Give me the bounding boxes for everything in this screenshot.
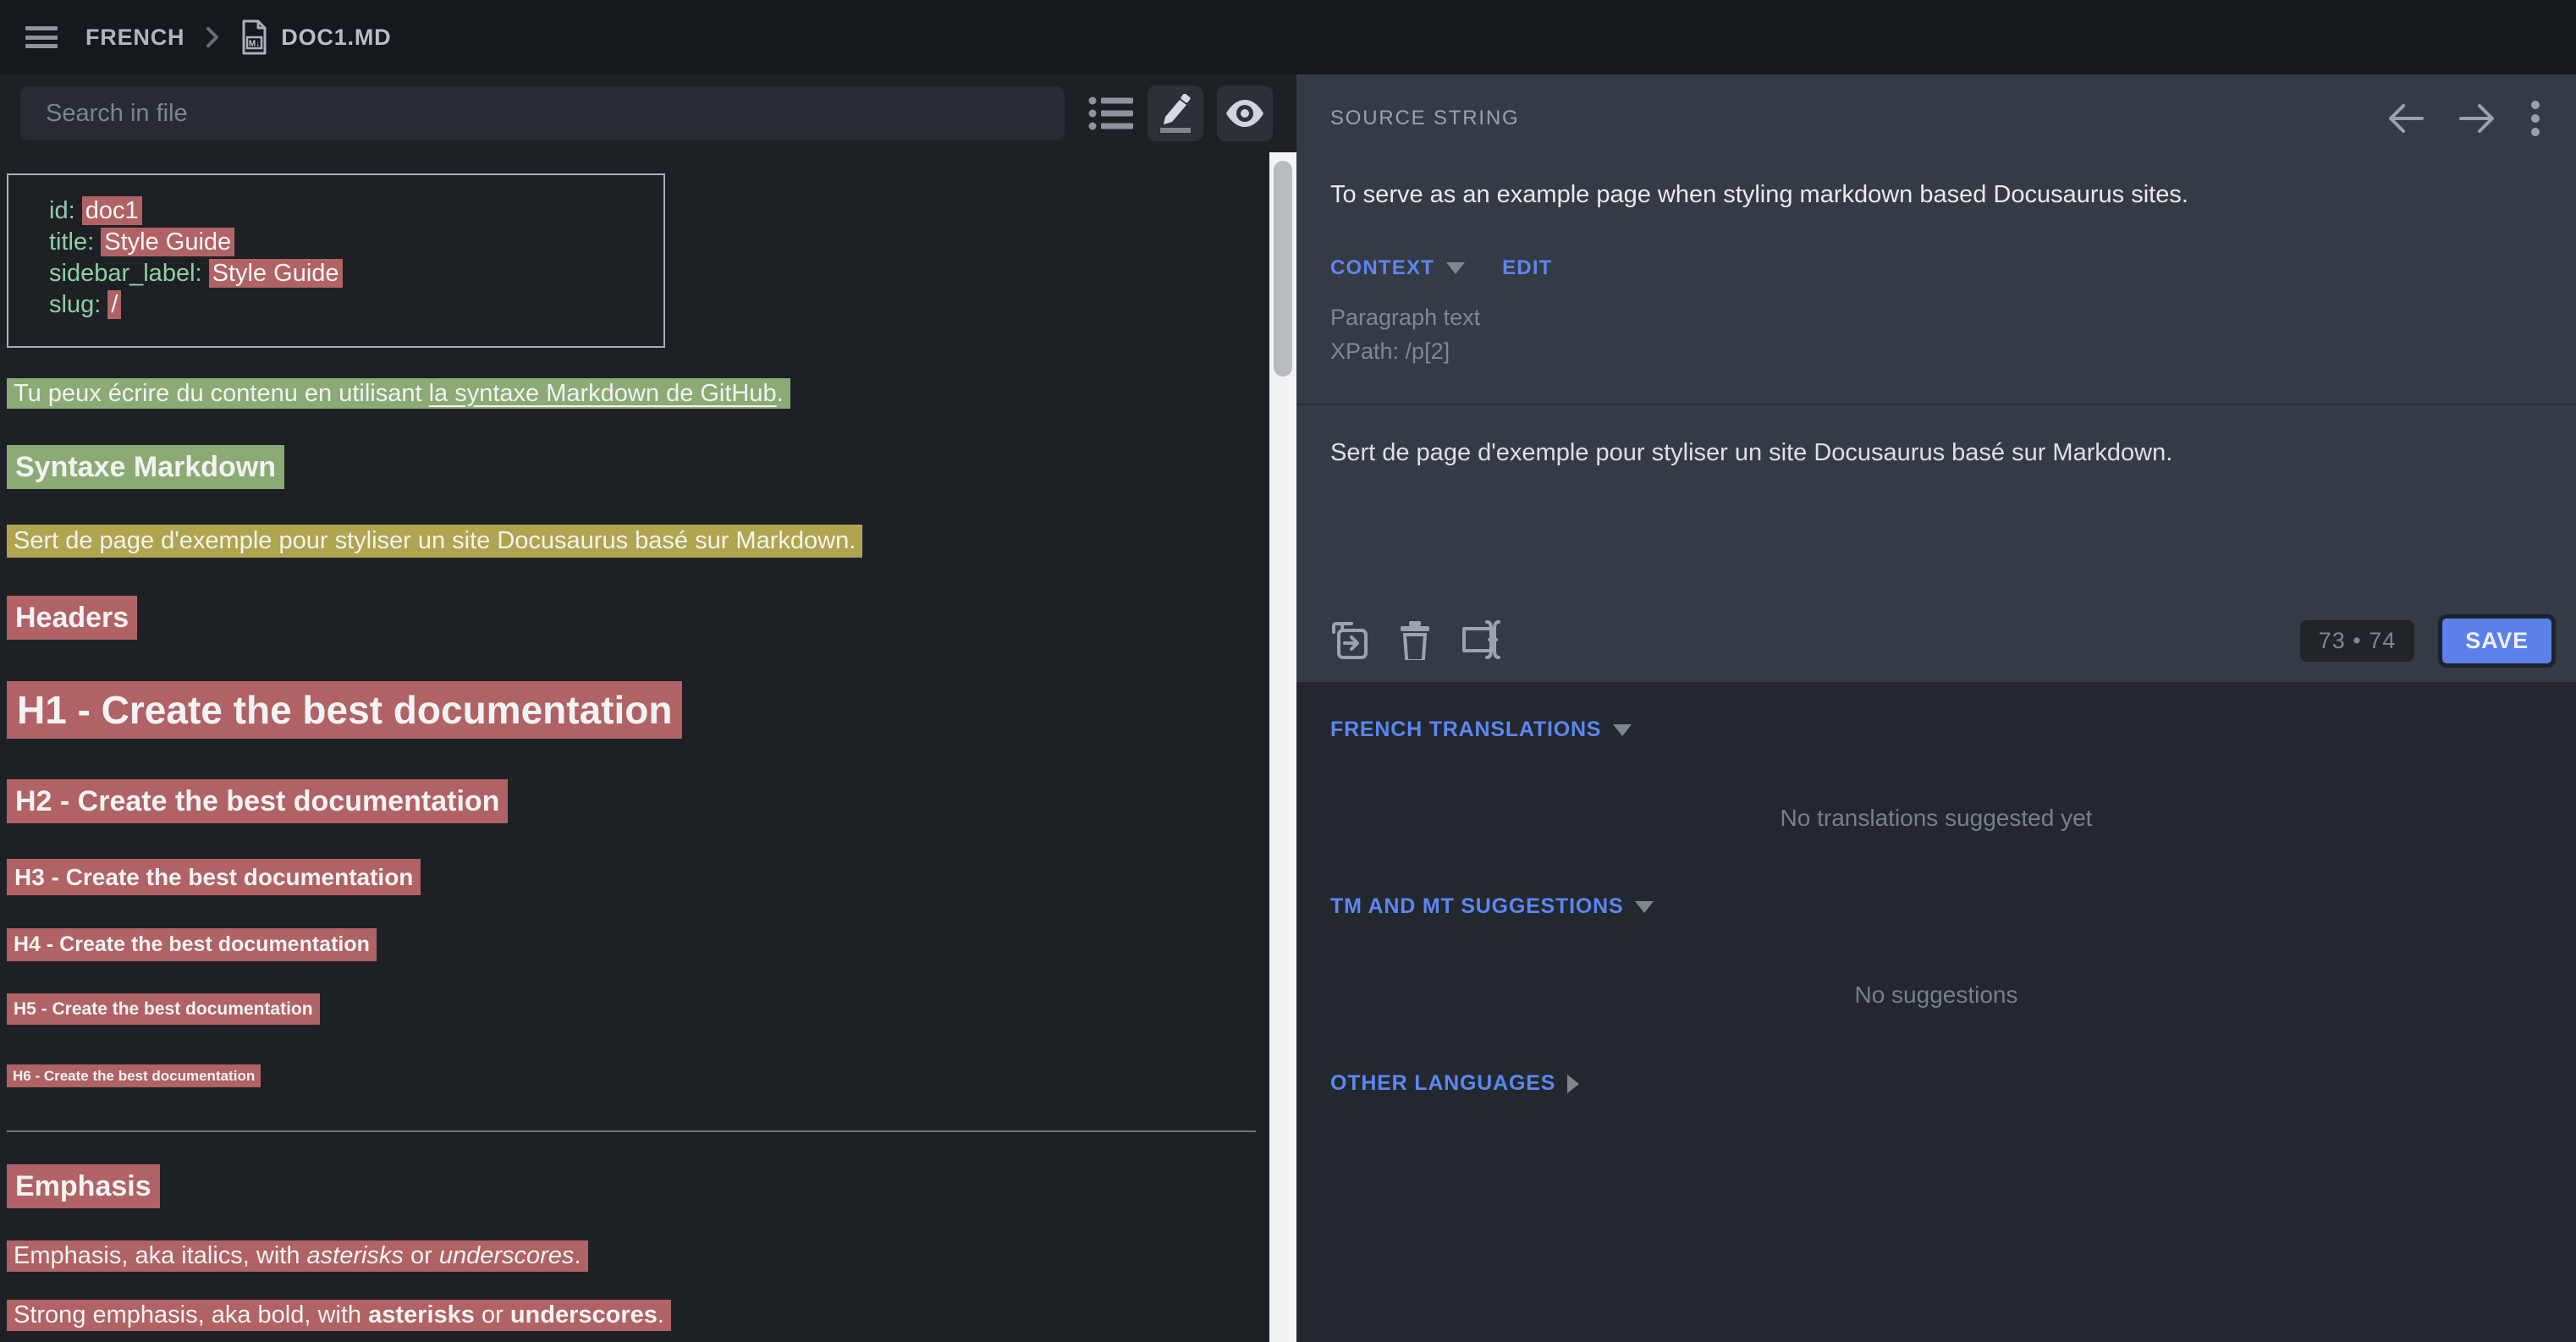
doc-string-h2-headers[interactable]: Headers	[7, 596, 137, 640]
chevron-down-icon	[1613, 724, 1632, 736]
doc-string-strong[interactable]: Strong emphasis, aka bold, with asterisk…	[7, 1300, 671, 1331]
context-xpath: XPath: /p[2]	[1330, 334, 2556, 368]
preview-mode-button[interactable]	[1217, 85, 1273, 141]
edit-mode-button[interactable]	[1148, 85, 1203, 141]
char-counter: 73 • 74	[2300, 620, 2415, 662]
doc-string-h5[interactable]: H5 - Create the best documentation	[7, 993, 320, 1025]
chevron-right-icon	[1567, 1075, 1579, 1093]
doc-string-h4[interactable]: H4 - Create the best documentation	[7, 928, 377, 961]
suggestions-empty-text: No suggestions	[1330, 982, 2542, 1009]
search-input[interactable]	[20, 86, 1065, 140]
frontmatter-block: id: doc1 title: Style Guide sidebar_labe…	[7, 173, 665, 348]
source-string-label: SOURCE STRING	[1330, 107, 1519, 130]
breadcrumb-file[interactable]: DOC1.MD	[281, 25, 391, 51]
doc-string-intro[interactable]: Tu peux écrire du contenu en utilisant l…	[7, 378, 790, 409]
source-string-text: To serve as an example page when styling…	[1330, 179, 2556, 210]
doc-string-h3[interactable]: H3 - Create the best documentation	[7, 859, 421, 895]
pencil-icon	[1160, 94, 1191, 133]
doc-string-h2-emphasis[interactable]: Emphasis	[7, 1164, 160, 1208]
translation-panel: SOURCE STRING To serve as an example	[1296, 74, 2576, 1342]
copy-source-icon[interactable]	[1330, 620, 1371, 661]
doc-string-h2[interactable]: H2 - Create the best documentation	[7, 779, 508, 823]
clear-translation-icon[interactable]	[1400, 621, 1430, 660]
file-toolbar	[0, 74, 1296, 152]
kebab-menu-icon[interactable]	[2530, 100, 2540, 137]
doc-string-h2-syntax[interactable]: Syntaxe Markdown	[7, 445, 284, 489]
document-divider	[7, 1130, 1256, 1132]
hamburger-menu-icon[interactable]	[25, 26, 58, 48]
translation-toolbar: 73 • 74 SAVE	[1330, 613, 2556, 668]
breadcrumb-project[interactable]: FRENCH	[85, 25, 184, 51]
github-markdown-link[interactable]: la syntaxe Markdown de GitHub	[429, 380, 777, 407]
document-scrollbar[interactable]	[1269, 152, 1296, 1342]
context-edit-button[interactable]: EDIT	[1502, 256, 1552, 280]
translation-input[interactable]: Sert de page d'exemple pour styliser un …	[1330, 405, 2556, 613]
string-editor-card: SOURCE STRING To serve as an example	[1296, 74, 2576, 682]
frontmatter-value[interactable]: Style Guide	[209, 259, 343, 288]
chevron-down-icon	[1446, 262, 1465, 274]
frontmatter-line: sidebar_label: Style Guide	[49, 258, 647, 289]
doc-string-h6[interactable]: H6 - Create the best documentation	[7, 1064, 261, 1087]
frontmatter-line: title: Style Guide	[49, 227, 647, 258]
doc-string-selected[interactable]: Sert de page d'exemple pour styliser un …	[7, 525, 862, 558]
frontmatter-line: id: doc1	[49, 195, 647, 227]
breadcrumb-chevron-icon	[205, 25, 220, 49]
doc-string-emphasis[interactable]: Emphasis, aka italics, with asterisks or…	[7, 1240, 588, 1272]
chevron-down-icon	[1635, 901, 1654, 913]
section-other-languages[interactable]: OTHER LANGUAGES	[1330, 1071, 2542, 1096]
translations-empty-text: No translations suggested yet	[1330, 805, 2542, 832]
section-tm-mt-suggestions[interactable]: TM AND MT SUGGESTIONS	[1330, 894, 2542, 919]
frontmatter-value[interactable]: Style Guide	[101, 228, 234, 256]
suggestion-sections: FRENCH TRANSLATIONS No translations sugg…	[1296, 682, 2576, 1096]
context-toggle[interactable]: CONTEXT	[1330, 256, 1465, 280]
scrollbar-thumb[interactable]	[1274, 161, 1292, 377]
previous-string-icon[interactable]	[2388, 104, 2424, 133]
top-bar: FRENCH M↓ DOC1.MD	[0, 0, 2576, 74]
string-list-icon[interactable]	[1088, 95, 1134, 132]
markdown-file-icon: M↓	[239, 19, 269, 56]
file-view-panel: id: doc1 title: Style Guide sidebar_labe…	[0, 74, 1296, 1342]
frontmatter-value[interactable]: doc1	[82, 196, 142, 225]
document-preview: id: doc1 title: Style Guide sidebar_labe…	[0, 152, 1269, 1342]
context-type: Paragraph text	[1330, 300, 2556, 334]
save-button[interactable]: SAVE	[2438, 614, 2556, 668]
doc-string-h1[interactable]: H1 - Create the best documentation	[7, 681, 682, 739]
app-window: FRENCH M↓ DOC1.MD	[0, 0, 2576, 1342]
section-french-translations[interactable]: FRENCH TRANSLATIONS	[1330, 718, 2542, 742]
context-details: Paragraph text XPath: /p[2]	[1330, 300, 2556, 368]
svg-text:M↓: M↓	[249, 40, 260, 49]
next-string-icon[interactable]	[2459, 104, 2495, 133]
frontmatter-line: slug: /	[49, 289, 647, 321]
select-text-icon[interactable]	[1459, 620, 1501, 661]
eye-icon	[1226, 100, 1263, 127]
frontmatter-value[interactable]: /	[107, 290, 121, 319]
